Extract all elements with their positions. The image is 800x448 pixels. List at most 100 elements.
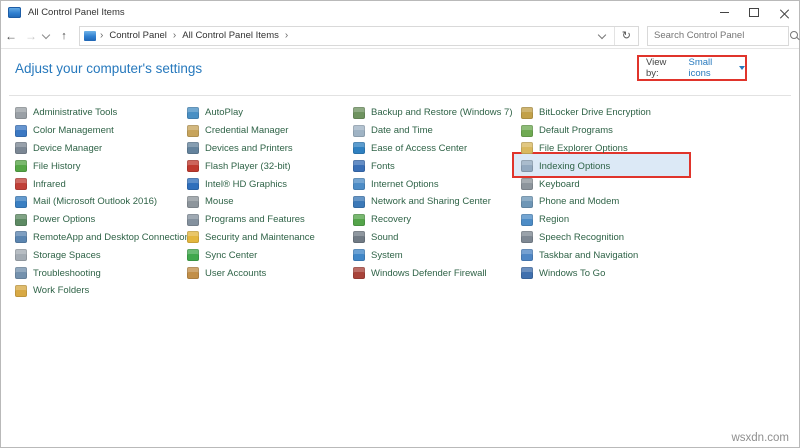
control-panel-item-flash-player-32-bit[interactable]: Flash Player (32-bit) bbox=[187, 157, 315, 175]
search-box[interactable] bbox=[647, 25, 798, 46]
file-explorer-options-icon bbox=[521, 142, 533, 155]
control-panel-item-troubleshooting[interactable]: Troubleshooting bbox=[15, 264, 195, 282]
item-label: File Explorer Options bbox=[539, 142, 628, 154]
item-label: Windows Defender Firewall bbox=[371, 267, 487, 279]
back-button[interactable]: ← bbox=[1, 29, 21, 43]
control-panel-item-recovery[interactable]: Recovery bbox=[353, 211, 513, 229]
item-label: Mouse bbox=[205, 196, 234, 208]
security-maintenance-icon bbox=[187, 231, 199, 244]
item-label: Security and Maintenance bbox=[205, 231, 315, 243]
control-panel-item-system[interactable]: System bbox=[353, 246, 513, 264]
firewall-icon bbox=[353, 267, 365, 280]
item-label: Keyboard bbox=[539, 178, 580, 190]
color-management-icon bbox=[15, 124, 27, 137]
control-panel-item-device-manager[interactable]: Device Manager bbox=[15, 140, 195, 158]
address-dropdown-chevron-icon[interactable] bbox=[597, 30, 607, 39]
sound-icon bbox=[353, 231, 365, 244]
close-button[interactable] bbox=[769, 1, 799, 23]
control-panel-item-internet-options[interactable]: Internet Options bbox=[353, 175, 513, 193]
control-panel-item-infrared[interactable]: Infrared bbox=[15, 175, 195, 193]
item-label: Sound bbox=[371, 231, 399, 243]
chevron-down-icon[interactable] bbox=[739, 66, 745, 70]
remoteapp-icon bbox=[15, 231, 27, 244]
item-label: Phone and Modem bbox=[539, 196, 620, 208]
breadcrumb-control-panel[interactable]: Control Panel bbox=[107, 30, 169, 41]
title-bar: All Control Panel Items bbox=[1, 1, 799, 23]
maximize-button[interactable] bbox=[739, 1, 769, 23]
view-by-dropdown[interactable]: Small icons bbox=[688, 57, 734, 79]
control-panel-item-phone-and-modem[interactable]: Phone and Modem bbox=[521, 193, 651, 211]
page-title: Adjust your computer's settings bbox=[15, 61, 203, 76]
control-panel-item-mail-microsoft-outlook-2016[interactable]: Mail (Microsoft Outlook 2016) bbox=[15, 193, 195, 211]
recent-pages-chevron-icon[interactable] bbox=[41, 30, 51, 39]
control-panel-item-region[interactable]: Region bbox=[521, 211, 651, 229]
control-panel-item-color-management[interactable]: Color Management bbox=[15, 122, 195, 140]
control-panel-item-indexing-options[interactable]: Indexing Options bbox=[521, 157, 651, 175]
control-panel-item-speech-recognition[interactable]: Speech Recognition bbox=[521, 229, 651, 247]
control-panel-item-sound[interactable]: Sound bbox=[353, 229, 513, 247]
control-panel-item-file-history[interactable]: File History bbox=[15, 157, 195, 175]
control-panel-app-icon bbox=[8, 6, 21, 18]
breadcrumb-separator-icon: › bbox=[100, 30, 104, 41]
control-panel-item-default-programs[interactable]: Default Programs bbox=[521, 122, 651, 140]
control-panel-item-sync-center[interactable]: Sync Center bbox=[187, 246, 315, 264]
refresh-icon[interactable]: ↻ bbox=[615, 29, 638, 42]
minimize-icon bbox=[719, 11, 729, 13]
control-panel-item-taskbar-and-navigation[interactable]: Taskbar and Navigation bbox=[521, 246, 651, 264]
item-label: Recovery bbox=[371, 214, 412, 226]
item-label: File History bbox=[33, 160, 81, 172]
control-panel-item-date-and-time[interactable]: Date and Time bbox=[353, 122, 513, 140]
minimize-button[interactable] bbox=[709, 1, 739, 23]
items-column-1: Administrative Tools Color Management Devi… bbox=[15, 104, 195, 300]
phone-modem-icon bbox=[521, 195, 533, 208]
header-divider bbox=[9, 95, 791, 96]
control-panel-item-intel-hd-graphics[interactable]: Intel® HD Graphics bbox=[187, 175, 315, 193]
item-label: Sync Center bbox=[205, 249, 258, 261]
control-panel-item-power-options[interactable]: Power Options bbox=[15, 211, 195, 229]
item-label: Fonts bbox=[371, 160, 395, 172]
item-label: Power Options bbox=[33, 214, 96, 226]
address-bar[interactable]: › Control Panel › All Control Panel Item… bbox=[79, 25, 639, 46]
view-by-highlight-box: View by: Small icons bbox=[637, 55, 747, 81]
control-panel-item-windows-to-go[interactable]: Windows To Go bbox=[521, 264, 651, 282]
control-panel-item-user-accounts[interactable]: User Accounts bbox=[187, 264, 315, 282]
keyboard-icon bbox=[521, 178, 533, 191]
control-panel-item-storage-spaces[interactable]: Storage Spaces bbox=[15, 246, 195, 264]
control-panel-item-fonts[interactable]: Fonts bbox=[353, 157, 513, 175]
windows-to-go-icon bbox=[521, 267, 533, 280]
network-sharing-icon bbox=[353, 195, 365, 208]
search-input[interactable] bbox=[648, 29, 788, 42]
control-panel-item-work-folders[interactable]: Work Folders bbox=[15, 282, 195, 300]
admin-tools-icon bbox=[15, 106, 27, 119]
control-panel-item-windows-defender-firewall[interactable]: Windows Defender Firewall bbox=[353, 264, 513, 282]
internet-options-icon bbox=[353, 178, 365, 191]
control-panel-item-file-explorer-options[interactable]: File Explorer Options bbox=[521, 140, 651, 158]
backup-restore-icon bbox=[353, 106, 365, 119]
control-panel-item-bitlocker-drive-encryption[interactable]: BitLocker Drive Encryption bbox=[521, 104, 651, 122]
control-panel-item-keyboard[interactable]: Keyboard bbox=[521, 175, 651, 193]
control-panel-item-credential-manager[interactable]: Credential Manager bbox=[187, 122, 315, 140]
speech-recognition-icon bbox=[521, 231, 533, 244]
breadcrumb-separator-icon: › bbox=[284, 30, 289, 41]
breadcrumb-all-control-panel-items[interactable]: All Control Panel Items bbox=[180, 30, 281, 41]
power-options-icon bbox=[15, 213, 27, 226]
control-panel-item-remoteapp-and-desktop-connections[interactable]: RemoteApp and Desktop Connections bbox=[15, 229, 195, 247]
ease-of-access-icon bbox=[353, 142, 365, 155]
control-panel-item-administrative-tools[interactable]: Administrative Tools bbox=[15, 104, 195, 122]
breadcrumb-control-panel-icon bbox=[84, 30, 96, 41]
control-panel-item-security-and-maintenance[interactable]: Security and Maintenance bbox=[187, 229, 315, 247]
control-panel-item-autoplay[interactable]: AutoPlay bbox=[187, 104, 315, 122]
bitlocker-icon bbox=[521, 106, 533, 119]
item-label: Work Folders bbox=[33, 285, 90, 297]
fonts-icon bbox=[353, 160, 365, 173]
control-panel-item-backup-and-restore-windows-7[interactable]: Backup and Restore (Windows 7) bbox=[353, 104, 513, 122]
control-panel-item-mouse[interactable]: Mouse bbox=[187, 193, 315, 211]
devices-printers-icon bbox=[187, 142, 199, 155]
up-button[interactable]: ↑ bbox=[55, 30, 73, 42]
control-panel-item-programs-and-features[interactable]: Programs and Features bbox=[187, 211, 315, 229]
item-label: Ease of Access Center bbox=[371, 142, 468, 154]
forward-button[interactable]: → bbox=[21, 29, 41, 43]
control-panel-item-ease-of-access-center[interactable]: Ease of Access Center bbox=[353, 140, 513, 158]
control-panel-item-network-and-sharing-center[interactable]: Network and Sharing Center bbox=[353, 193, 513, 211]
control-panel-item-devices-and-printers[interactable]: Devices and Printers bbox=[187, 140, 315, 158]
